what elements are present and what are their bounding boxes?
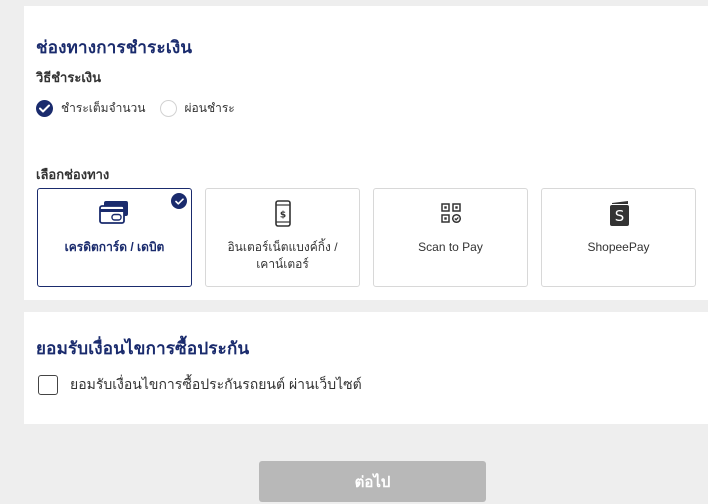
- radio-full-payment[interactable]: [36, 100, 53, 117]
- channel-shopeepay[interactable]: S ShopeePay: [541, 188, 696, 287]
- next-button[interactable]: ต่อไป: [259, 461, 486, 502]
- qr-code-icon: [440, 203, 461, 224]
- payment-method-label: วิธีชำระเงิน: [36, 70, 101, 85]
- svg-text:$: $: [279, 211, 285, 221]
- channel-scan-to-pay-label: Scan to Pay: [418, 240, 483, 254]
- channel-credit-card[interactable]: เครดิตการ์ด / เดบิต: [37, 188, 192, 287]
- consent-section-title: ยอมรับเงื่อนไขการซื้อประกัน: [36, 339, 250, 358]
- svg-text:S: S: [614, 207, 624, 225]
- channel-credit-card-label: เครดิตการ์ด / เดบิต: [64, 240, 165, 254]
- mobile-banking-icon: $: [274, 200, 291, 227]
- checkmark-icon: [39, 104, 50, 113]
- consent-row: ยอมรับเงื่อนไขการซื้อประกันรถยนต์ ผ่านเว…: [38, 374, 362, 396]
- payment-method-options: ชำระเต็มจำนวน ผ่อนชำระ: [36, 99, 235, 118]
- channel-internet-banking-label: อินเตอร์เน็ตแบงค์กิ้ง / เคาน์เตอร์: [227, 240, 338, 271]
- channel-scan-to-pay[interactable]: Scan to Pay: [373, 188, 528, 287]
- channel-shopeepay-label: ShopeePay: [587, 240, 650, 254]
- credit-card-icon: [98, 201, 128, 224]
- radio-installment[interactable]: [159, 100, 177, 117]
- consent-checkbox-label[interactable]: ยอมรับเงื่อนไขการซื้อประกันรถยนต์ ผ่านเว…: [70, 374, 362, 396]
- consent-checkbox[interactable]: [38, 375, 58, 395]
- radio-installment-label[interactable]: ผ่อนชำระ: [185, 99, 235, 118]
- payment-section-title: ช่องทางการชำระเงิน: [36, 38, 193, 57]
- radio-full-payment-label[interactable]: ชำระเต็มจำนวน: [61, 99, 146, 118]
- payment-channel-label: เลือกช่องทาง: [36, 167, 110, 182]
- consent-section: ยอมรับเงื่อนไขการซื้อประกัน ยอมรับเงื่อน…: [24, 312, 708, 424]
- channel-internet-banking[interactable]: $ อินเตอร์เน็ตแบงค์กิ้ง / เคาน์เตอร์: [205, 188, 360, 287]
- payment-section: ช่องทางการชำระเงิน วิธีชำระเงิน ชำระเต็ม…: [24, 6, 708, 300]
- shopeepay-icon: S: [609, 201, 629, 226]
